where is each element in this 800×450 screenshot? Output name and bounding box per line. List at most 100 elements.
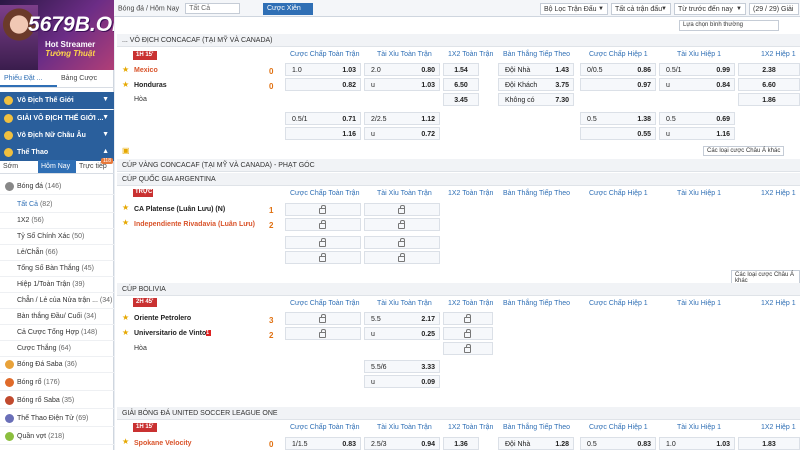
view-mode-select[interactable]: Lựa chọn bình thường <box>679 20 779 31</box>
odds-cell[interactable]: 2.0 0.80 <box>364 63 440 76</box>
all-matches-select[interactable]: Tất cả trận đấu ▼ <box>611 3 671 15</box>
nav-women-euro[interactable]: Vô Địch Nữ Châu Âu ▼ <box>0 127 114 144</box>
sport-item[interactable]: Cược Thắng (64) <box>0 340 114 357</box>
team-home[interactable]: Mexico <box>134 67 158 74</box>
odds-cell[interactable]: Đội Khách 3.75 <box>498 78 574 91</box>
odds-cell[interactable]: u 0.25 <box>364 327 440 340</box>
odds-cell[interactable]: 0.5/1 0.71 <box>285 112 361 125</box>
sport-item[interactable]: Bóng Đá Saba (36) <box>0 356 114 373</box>
sport-item[interactable]: Bóng đá (146) <box>0 178 114 195</box>
sport-item[interactable]: Lẻ/Chẵn (66) <box>0 244 114 261</box>
sport-item[interactable]: Thể Thao Điện Tử (69) <box>0 410 114 427</box>
more-bets-button[interactable]: Các loại cược Châu Á khác <box>703 146 785 156</box>
sport-item[interactable]: Tất Cả (82) <box>0 196 114 213</box>
odds-cell[interactable]: Đội Nhà 1.28 <box>498 437 574 450</box>
team-away[interactable]: Independiente Rivadavia (Luân Lưu) <box>134 221 255 228</box>
nav-world-cup[interactable]: Vô Địch Thế Giới ▼ <box>0 92 114 109</box>
league-header[interactable]: CÚP VÀNG CONCACAF (TẠI MỸ VÀ CANADA) - P… <box>117 159 800 172</box>
sport-item[interactable]: Tổng Số Bàn Thắng (45) <box>0 260 114 277</box>
odds-cell[interactable]: 1.86 <box>738 93 800 106</box>
odds-cell[interactable]: u 1.03 <box>364 78 440 91</box>
odds-cell[interactable]: 1/1.5 0.83 <box>285 437 361 450</box>
team-away[interactable]: Universitario de Vinto1 <box>134 330 212 337</box>
tab-today[interactable]: Hôm Nay <box>38 160 76 173</box>
match-filter-select[interactable]: Bộ Lọc Trận Đấu ▼ <box>540 3 608 15</box>
odds-cell[interactable]: 2.5/3 0.94 <box>364 437 440 450</box>
odds-cell[interactable]: 3.45 <box>443 93 479 106</box>
parlay-button[interactable]: Cược Xiên <box>263 3 313 15</box>
odds-cell[interactable]: 0.55 <box>580 127 656 140</box>
odds-cell[interactable]: 2.38 <box>738 63 800 76</box>
odds-cell[interactable]: u 0.72 <box>364 127 440 140</box>
team-home[interactable]: Oriente Petrolero <box>134 315 191 322</box>
team-home[interactable]: CA Platense (Luân Lưu) (N) <box>134 206 225 213</box>
tab-bet-slip[interactable]: Phiếu Đặt ... <box>0 70 57 87</box>
tab-early[interactable]: Sớm <box>0 160 38 173</box>
odds-cell[interactable]: 0.5 0.69 <box>659 112 735 125</box>
league-header[interactable]: GIẢI BÓNG ĐÁ UNITED SOCCER LEAGUE ONE <box>117 407 800 420</box>
stats-icon[interactable]: ▣ <box>122 146 130 155</box>
sport-item[interactable]: 1X2 (56) <box>0 212 114 229</box>
odds-cell[interactable]: 1.54 <box>443 63 479 76</box>
odds-cell[interactable]: 2/2.5 1.12 <box>364 112 440 125</box>
column-header: Cược Chấp Hiệp 1 <box>589 51 648 58</box>
odds-cell[interactable]: u 0.09 <box>364 375 440 388</box>
nav-sports[interactable]: Thể Thao ▲ <box>0 144 114 161</box>
odds-cell[interactable]: 1.83 <box>738 437 800 450</box>
favorite-star-icon[interactable]: ★ <box>122 65 129 74</box>
league-count[interactable]: (29 / 29) Giải <box>749 3 799 15</box>
favorite-star-icon[interactable]: ★ <box>122 313 129 322</box>
nav-world-cup-2[interactable]: GIẢI VÔ ĐỊCH THẾ GIỚI ... ▼ <box>0 110 114 127</box>
odds-value: 1.38 <box>637 116 651 123</box>
odds-cell[interactable]: u 0.84 <box>659 78 735 91</box>
sport-item[interactable]: Quần vợt (218) <box>0 428 114 445</box>
league-header[interactable]: ... VÔ ĐỊCH CONCACAF (TẠI MỸ VÀ CANADA) <box>117 34 800 47</box>
odds-cell[interactable]: 0.5/1 0.99 <box>659 63 735 76</box>
odds-cell[interactable]: Đội Nhà 1.43 <box>498 63 574 76</box>
sport-item[interactable]: Cả Cược Tổng Hợp (148) <box>0 324 114 341</box>
odds-cell[interactable]: 1.36 <box>443 437 479 450</box>
favorite-star-icon[interactable]: ★ <box>122 80 129 89</box>
handicap-label: 5.5/6 <box>371 364 387 371</box>
chevron-up-icon: ▲ <box>102 148 109 155</box>
favorite-star-icon[interactable]: ★ <box>122 218 129 227</box>
odds-cell[interactable]: 6.50 <box>443 78 479 91</box>
filter-all-select[interactable]: Tất Cả <box>185 3 241 14</box>
favorite-star-icon[interactable]: ★ <box>122 437 129 446</box>
odds-cell[interactable]: 5.5 2.17 <box>364 312 440 325</box>
tab-bet-list[interactable]: Bảng Cược <box>57 70 114 87</box>
team-home[interactable]: Spokane Velocity <box>134 440 192 447</box>
handicap-label: 5.5 <box>371 316 381 323</box>
odds-cell[interactable]: 1.16 <box>285 127 361 140</box>
sport-item[interactable]: Hiệp 1/Toàn Trận (39) <box>0 276 114 293</box>
odds-cell[interactable]: 0.5 0.83 <box>580 437 656 450</box>
column-header: Cược Chấp Hiệp 1 <box>589 424 648 431</box>
sport-item[interactable]: Chẵn / Lẻ của Nửa trận ... (34) <box>0 292 114 309</box>
sport-item[interactable]: Tỷ Số Chính Xác (50) <box>0 228 114 245</box>
promo-banner[interactable]: 5679B.ORG Hot StreamerTường Thuật <box>0 0 114 70</box>
odds-cell[interactable]: 6.60 <box>738 78 800 91</box>
odds-cell[interactable]: u 1.16 <box>659 127 735 140</box>
league-header[interactable]: CÚP QUỐC GIA ARGENTINA <box>117 173 800 186</box>
favorite-star-icon[interactable]: ★ <box>122 203 129 212</box>
team-away[interactable]: Honduras <box>134 82 167 89</box>
odds-value: 6.60 <box>762 82 776 89</box>
lock-icon <box>319 220 326 229</box>
odds-cell[interactable]: 0.82 <box>285 78 361 91</box>
sort-select[interactable]: Từ trước đến nay ▼ <box>674 3 746 15</box>
league-header[interactable]: CÚP BOLIVIA <box>117 283 800 296</box>
sport-item[interactable]: Bàn thắng Đầu/ Cuối (34) <box>0 308 114 325</box>
tab-live[interactable]: Trực tiếp 118 <box>76 158 114 173</box>
odds-cell[interactable]: 5.5/6 3.33 <box>364 360 440 373</box>
match-time: 2H 45' <box>133 298 157 307</box>
lock-icon <box>319 238 326 247</box>
sport-item[interactable]: Bóng rổ (176) <box>0 374 114 391</box>
favorite-star-icon[interactable]: ★ <box>122 328 129 337</box>
odds-cell[interactable]: 1.0 1.03 <box>285 63 361 76</box>
odds-cell[interactable]: 0/0.5 0.86 <box>580 63 656 76</box>
odds-cell[interactable]: 1.0 1.03 <box>659 437 735 450</box>
sport-item[interactable]: Bóng rổ Saba (35) <box>0 392 114 409</box>
odds-cell[interactable]: Không có 7.30 <box>498 93 574 106</box>
odds-cell[interactable]: 0.5 1.38 <box>580 112 656 125</box>
odds-cell[interactable]: 0.97 <box>580 78 656 91</box>
